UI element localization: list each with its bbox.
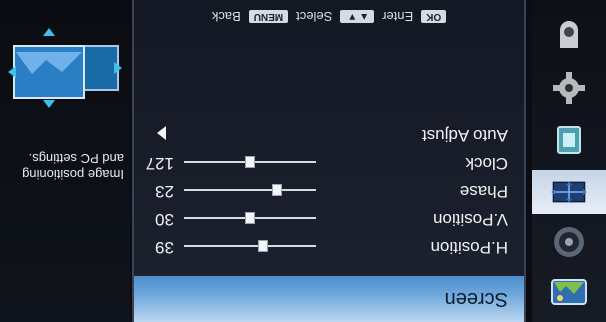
menu-row-auto-adjust[interactable]: Auto Adjust [134,120,524,148]
clock-value: 127 [145,154,174,173]
category-audio[interactable] [540,220,598,264]
clock-slider-thumb[interactable] [245,156,255,168]
menu-row-phase[interactable]: Phase 23 [134,176,524,204]
h-position-slider-thumb[interactable] [258,240,268,252]
menu-key-badge: MENU [248,10,289,24]
back-label: Back [211,9,241,25]
help-description-panel: Image positioning and PC settings. [0,0,130,322]
screen-osd-viewport: Screen H.Position 39 V.Position 30 Phase… [0,0,606,322]
menu-row-clock[interactable]: Clock 127 [134,148,524,176]
select-label: Select [296,9,333,25]
clock-label: Clock [465,154,508,173]
help-text: Image positioning and PC settings. [22,151,124,182]
auto-adjust-label: Auto Adjust [421,126,508,145]
picture-settings-icon [549,274,589,310]
audio-settings-icon [549,224,589,260]
h-position-label: H.Position [430,238,508,257]
screen-settings-icon [549,174,589,210]
v-position-slider[interactable] [184,212,316,224]
phase-slider-thumb[interactable] [272,184,282,196]
enter-label: Enter [382,9,414,25]
ok-key-badge: OK [421,10,447,24]
submenu-arrow-icon [157,126,166,140]
category-picture[interactable] [540,270,598,314]
v-position-label: V.Position [433,210,508,229]
menu-row-v-position[interactable]: V.Position 30 [134,204,524,232]
phase-label: Phase [459,182,508,201]
screen-positioning-illustration [6,22,124,112]
category-camera[interactable] [540,14,598,58]
panel-title: Screen [134,276,524,322]
osd-menu: Screen H.Position 39 V.Position 30 Phase… [0,0,606,322]
phase-slider[interactable] [184,184,316,196]
menu-row-h-position[interactable]: H.Position 39 [134,232,524,260]
up-down-arrow-key-badge: ▲▼ [340,10,375,24]
settings-panel: Screen H.Position 39 V.Position 30 Phase… [132,0,526,322]
h-position-value: 39 [155,238,174,257]
timer-settings-icon [549,122,589,158]
v-position-value: 30 [155,210,174,229]
phase-value: 23 [155,182,174,201]
clock-slider[interactable] [184,156,316,168]
key-guide-bar: OK Enter ▲▼ Select MENU Back [134,0,524,34]
category-icon-column [532,0,606,322]
setup-gear-icon [549,70,589,106]
h-position-slider[interactable] [184,240,316,252]
v-position-slider-thumb[interactable] [245,212,255,224]
category-setup[interactable] [540,66,598,110]
category-timer[interactable] [540,118,598,162]
category-screen-selected[interactable] [532,170,606,214]
camera-icon [549,18,589,54]
